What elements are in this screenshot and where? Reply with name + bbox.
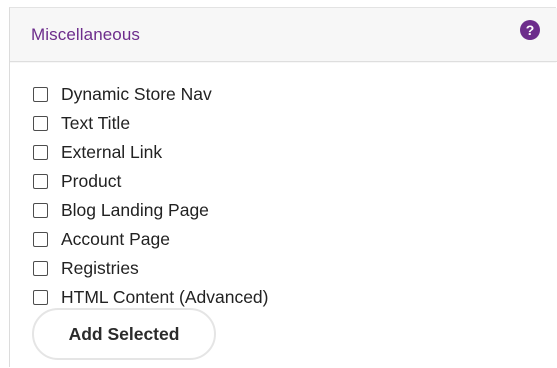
checkbox[interactable]	[33, 87, 48, 102]
list-item-registries[interactable]: Registries	[33, 254, 269, 283]
panel-title: Miscellaneous	[31, 25, 141, 44]
item-label: HTML Content (Advanced)	[61, 287, 269, 307]
item-label: Dynamic Store Nav	[61, 84, 212, 104]
checkbox[interactable]	[33, 174, 48, 189]
item-label: Account Page	[61, 229, 170, 249]
help-circle-icon[interactable]: ?	[520, 20, 540, 40]
checkbox[interactable]	[33, 145, 48, 160]
item-label: Product	[61, 171, 122, 191]
checkbox[interactable]	[33, 290, 48, 305]
checkbox[interactable]	[33, 116, 48, 131]
item-label: External Link	[61, 142, 163, 162]
panel-body: Dynamic Store Nav Text Title External Li…	[10, 63, 557, 368]
item-label: Text Title	[61, 113, 131, 133]
add-selected-button[interactable]: Add Selected	[32, 308, 216, 360]
list-item-text-title[interactable]: Text Title	[33, 109, 269, 138]
checkbox[interactable]	[33, 203, 48, 218]
item-label: Registries	[61, 258, 139, 278]
checkbox[interactable]	[33, 232, 48, 247]
list-item-product[interactable]: Product	[33, 167, 269, 196]
miscellaneous-panel: Miscellaneous ? Dynamic Store Nav Text T…	[9, 7, 557, 368]
item-label: Blog Landing Page	[61, 200, 209, 220]
checkbox[interactable]	[33, 261, 48, 276]
list-item-blog-landing-page[interactable]: Blog Landing Page	[33, 196, 269, 225]
list-item-account-page[interactable]: Account Page	[33, 225, 269, 254]
panel-header: Miscellaneous ?	[10, 8, 557, 62]
checkbox-list: Dynamic Store Nav Text Title External Li…	[33, 80, 269, 312]
list-item-external-link[interactable]: External Link	[33, 138, 269, 167]
list-item-dynamic-store-nav[interactable]: Dynamic Store Nav	[33, 80, 269, 109]
